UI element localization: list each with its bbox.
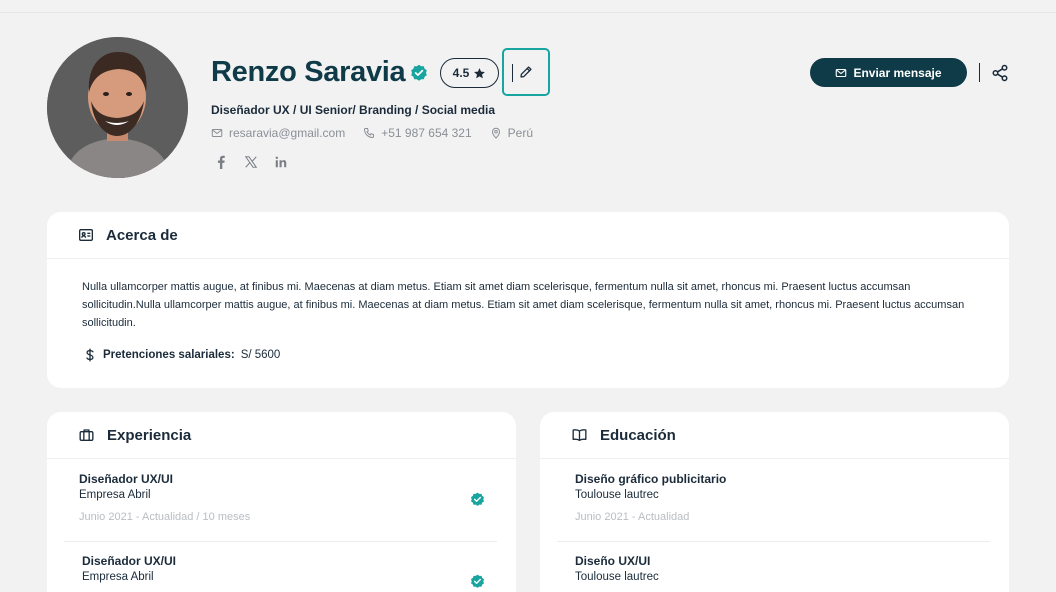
dollar-icon bbox=[86, 348, 94, 362]
phone-text: +51 987 654 321 bbox=[381, 126, 472, 140]
mail-icon bbox=[211, 129, 223, 137]
book-icon bbox=[572, 429, 587, 441]
phone-icon bbox=[364, 128, 375, 139]
location-text: Perú bbox=[507, 126, 533, 140]
experience-job-title: Diseñador UX/UI bbox=[82, 554, 177, 568]
education-dates: Junio 2021 - Actualidad bbox=[575, 511, 690, 523]
avatar bbox=[47, 37, 188, 178]
about-title: Acerca de bbox=[106, 226, 178, 244]
about-text: Nulla ullamcorper mattis augue, at finib… bbox=[82, 281, 965, 329]
top-divider bbox=[0, 12, 1056, 13]
briefcase-icon bbox=[79, 429, 94, 441]
verified-check-icon bbox=[471, 574, 484, 588]
verified-check-icon bbox=[471, 492, 484, 506]
education-divider bbox=[557, 541, 990, 542]
linkedin-icon[interactable] bbox=[273, 154, 289, 170]
rating-badge: 4.5 bbox=[440, 58, 499, 88]
profile-name: Renzo Saravia bbox=[211, 56, 406, 88]
education-school: Toulouse lautrec bbox=[575, 489, 659, 501]
email-item[interactable]: resaravia@gmail.com bbox=[211, 126, 345, 140]
edit-profile-button[interactable] bbox=[502, 48, 550, 96]
x-twitter-icon[interactable] bbox=[243, 154, 259, 170]
experience-item[interactable]: Diseñador UX/UI Empresa Abril bbox=[82, 554, 176, 583]
facebook-icon[interactable] bbox=[213, 154, 229, 170]
experience-dates: Junio 2021 - Actualidad / 10 meses bbox=[79, 511, 251, 523]
salary-row: Pretenciones salariales: S/ 5600 bbox=[83, 347, 280, 363]
experience-company: Empresa Abril bbox=[82, 571, 154, 583]
rating-value: 4.5 bbox=[452, 66, 470, 80]
about-card: Acerca de Nulla ullamcorper mattis augue… bbox=[47, 212, 1009, 388]
phone-item[interactable]: +51 987 654 321 bbox=[363, 126, 472, 140]
text-cursor-bar bbox=[512, 64, 513, 82]
experience-company: Empresa Abril bbox=[79, 489, 151, 501]
experience-job-title: Diseñador UX/UI bbox=[79, 472, 174, 486]
mail-icon bbox=[836, 68, 847, 77]
pencil-icon bbox=[520, 66, 532, 78]
experience-item[interactable]: Diseñador UX/UI Empresa Abril Junio 2021… bbox=[79, 472, 250, 523]
social-links bbox=[213, 154, 289, 170]
send-message-label: Enviar mensaje bbox=[853, 65, 942, 80]
experience-header: Experiencia bbox=[47, 412, 516, 459]
email-text: resaravia@gmail.com bbox=[229, 126, 346, 140]
share-icon[interactable] bbox=[991, 64, 1009, 82]
education-item[interactable]: Diseño gráfico publicitario Toulouse lau… bbox=[575, 472, 726, 523]
education-degree: Diseño gráfico publicitario bbox=[575, 472, 727, 486]
id-card-icon bbox=[79, 229, 93, 241]
profile-role: Diseñador UX / UI Senior/ Branding / Soc… bbox=[211, 103, 496, 117]
contact-info: resaravia@gmail.com +51 987 654 321 Perú bbox=[211, 126, 551, 140]
salary-label: Pretenciones salariales: bbox=[103, 349, 235, 361]
actions-divider bbox=[979, 63, 980, 82]
education-item[interactable]: Diseño UX/UI Toulouse lautrec bbox=[575, 554, 659, 583]
salary-value: S/ 5600 bbox=[240, 349, 281, 361]
send-message-button[interactable]: Enviar mensaje bbox=[810, 58, 967, 87]
about-header: Acerca de bbox=[47, 212, 1009, 259]
location-item: Perú bbox=[490, 126, 533, 140]
education-header: Educación bbox=[540, 412, 1009, 459]
verified-badge-icon bbox=[411, 64, 427, 81]
experience-card: Experiencia Diseñador UX/UI Empresa Abri… bbox=[47, 412, 516, 592]
experience-title: Experiencia bbox=[107, 426, 192, 444]
location-pin-icon bbox=[491, 127, 500, 139]
star-icon bbox=[474, 67, 486, 78]
education-degree: Diseño UX/UI bbox=[575, 554, 651, 568]
education-card: Educación Diseño gráfico publicitario To… bbox=[540, 412, 1009, 592]
experience-divider bbox=[64, 541, 497, 542]
education-school: Toulouse lautrec bbox=[575, 571, 659, 583]
education-title: Educación bbox=[600, 426, 676, 444]
